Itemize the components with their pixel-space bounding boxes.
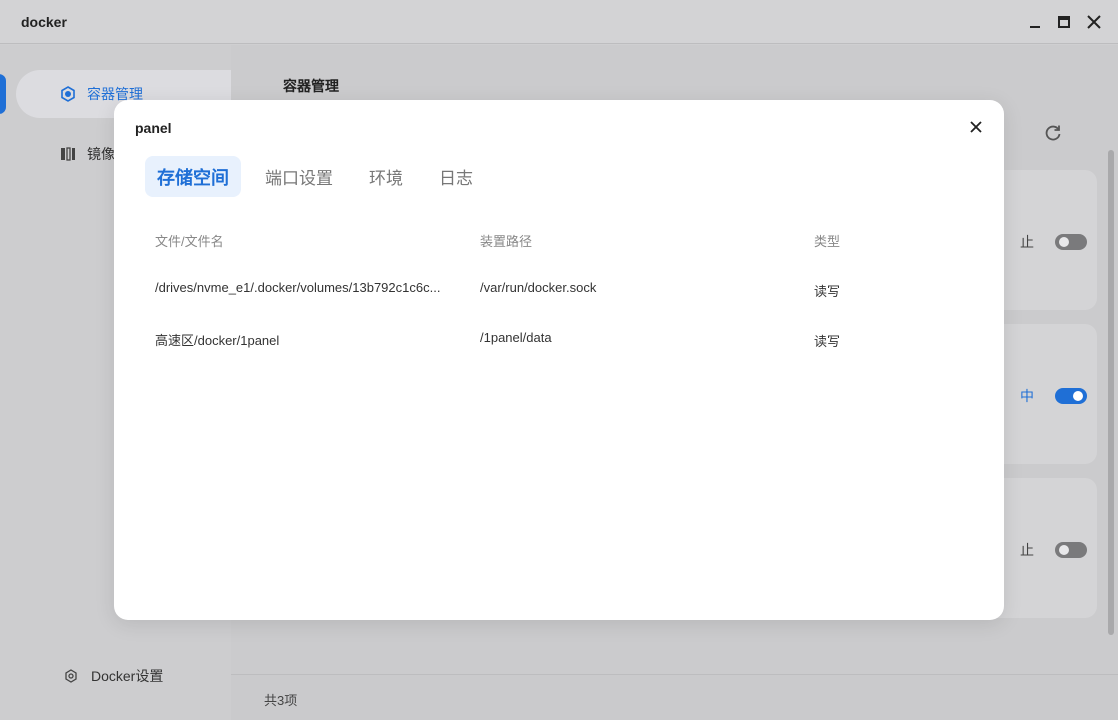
- docker-settings-link[interactable]: Docker设置: [64, 666, 163, 686]
- maximize-button[interactable]: [1054, 12, 1074, 32]
- tab-storage[interactable]: 存储空间: [145, 156, 241, 197]
- container-toggle[interactable]: [1055, 388, 1087, 404]
- toggle-knob: [1073, 391, 1083, 401]
- dialog-close-button[interactable]: [966, 117, 986, 137]
- sidebar-active-indicator: [0, 74, 6, 114]
- dialog-title: panel: [135, 120, 172, 136]
- docker-settings-label: Docker设置: [91, 668, 164, 684]
- table-cell-type: 读写: [814, 334, 841, 349]
- toggle-knob: [1059, 237, 1069, 247]
- main-scrollbar[interactable]: [1108, 150, 1114, 635]
- container-toggle[interactable]: [1055, 542, 1087, 558]
- app-title: docker: [21, 14, 67, 30]
- column-header-mount-path: 装置路径: [480, 234, 533, 249]
- column-header-file: 文件/文件名: [155, 234, 224, 249]
- table-cell-type: 读写: [814, 284, 841, 299]
- table-cell-file: /drives/nvme_e1/.docker/volumes/13b792c1…: [155, 280, 441, 295]
- table-cell-file: 高速区/docker/1panel: [155, 333, 280, 348]
- minimize-icon: [1030, 26, 1040, 28]
- dialog-tabs: 存储空间 端口设置 环境 日志: [145, 156, 497, 197]
- gear-icon: [65, 669, 77, 683]
- tab-ports[interactable]: 端口设置: [253, 156, 345, 197]
- main-footer: 共3项: [231, 674, 1118, 720]
- page-title: 容器管理: [283, 78, 339, 94]
- container-hexagon-icon: [61, 86, 75, 102]
- maximize-icon: [1058, 16, 1070, 28]
- image-layers-icon: [61, 147, 75, 161]
- window-close-button[interactable]: [1084, 12, 1104, 32]
- minimize-button[interactable]: [1025, 12, 1045, 32]
- container-status: 止: [1020, 542, 1034, 558]
- container-status: 止: [1020, 234, 1034, 250]
- refresh-icon[interactable]: [1043, 123, 1063, 143]
- window-titlebar: docker: [0, 0, 1118, 44]
- tab-logs[interactable]: 日志: [427, 156, 485, 197]
- close-icon: [970, 121, 982, 133]
- container-status: 中: [1020, 388, 1034, 404]
- tab-environment[interactable]: 环境: [357, 156, 415, 197]
- toggle-knob: [1059, 545, 1069, 555]
- table-cell-mount-path: /var/run/docker.sock: [480, 280, 597, 295]
- column-header-type: 类型: [814, 234, 841, 249]
- item-count: 共3项: [264, 693, 298, 708]
- close-icon: [1087, 15, 1101, 29]
- container-detail-dialog: panel 存储空间 端口设置 环境 日志 文件/文件名 装置路径 类型 /dr…: [114, 100, 1004, 620]
- container-toggle[interactable]: [1055, 234, 1087, 250]
- sidebar-item-label: 镜像: [87, 146, 115, 162]
- table-cell-mount-path: /1panel/data: [480, 330, 552, 345]
